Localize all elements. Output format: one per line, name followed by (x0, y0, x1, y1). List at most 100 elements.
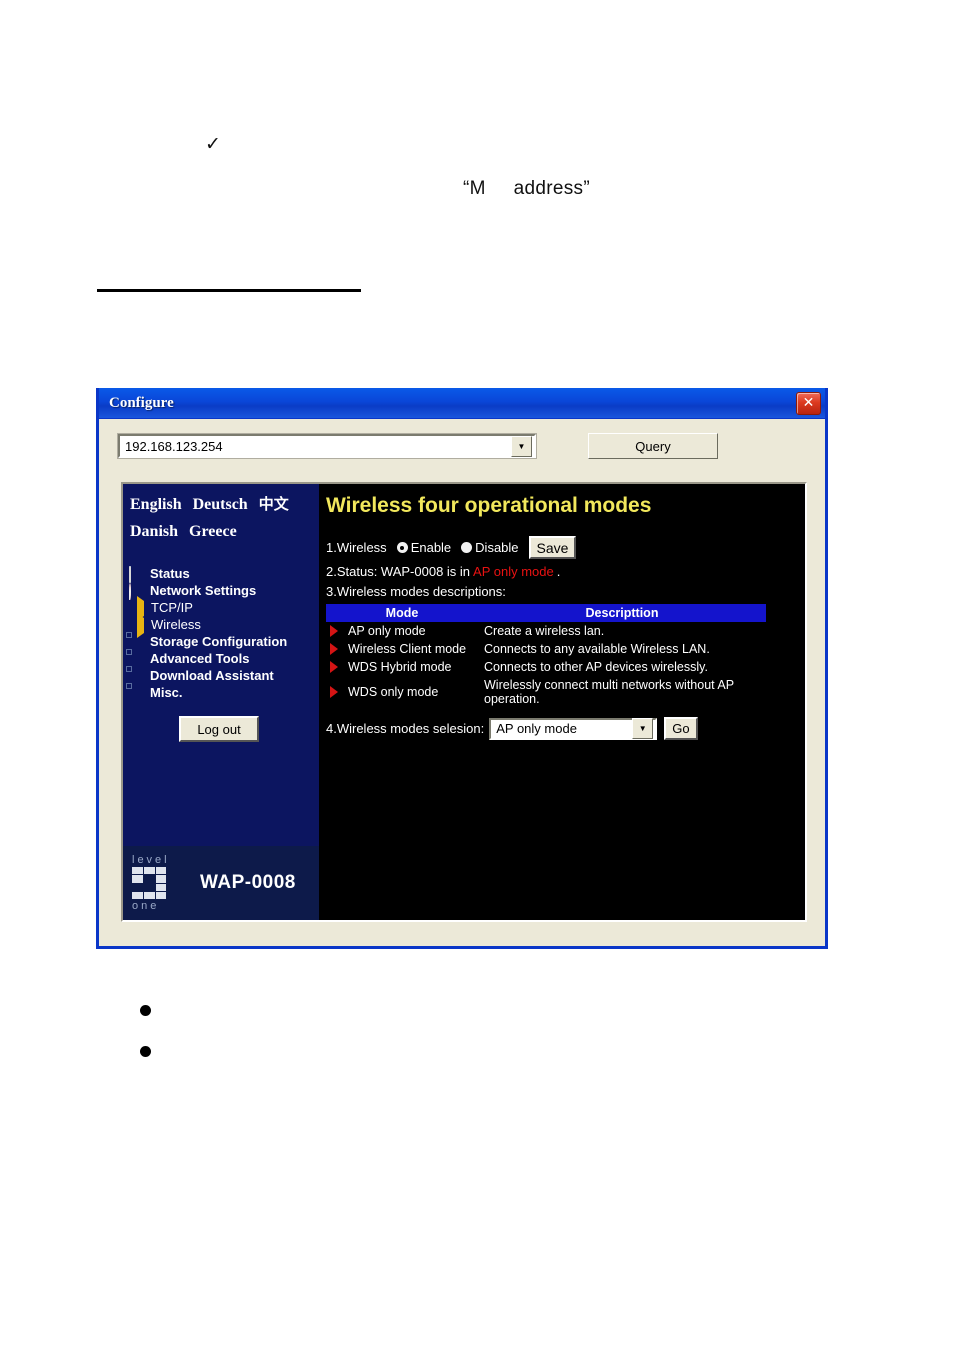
mode-selection-row: 4.Wireless modes selesion: AP only mode … (326, 717, 805, 740)
sidebar-item-label: Wireless (151, 617, 201, 632)
sidebar-item-label: TCP/IP (151, 600, 193, 615)
arrow-icon (330, 643, 338, 655)
list-item (140, 1046, 151, 1057)
cell-description: Connects to any available Wireless LAN. (484, 642, 710, 656)
cell-description: Create a wireless lan. (484, 624, 605, 638)
query-button[interactable]: Query (588, 433, 718, 459)
cell-mode: WDS Hybrid mode (326, 658, 478, 676)
list-item (140, 1005, 151, 1016)
address-combobox[interactable]: 192.168.123.254 ▼ (117, 433, 537, 459)
sidebar-item-wireless[interactable]: Wireless (123, 612, 319, 638)
window-title: Configure (109, 394, 174, 411)
sidebar-item-download-assistant[interactable]: Download Assistant (123, 667, 319, 684)
gear-icon (129, 669, 144, 683)
sidebar-item-label: Storage Configuration (150, 634, 288, 649)
arrow-icon (330, 625, 338, 637)
cell-mode: AP only mode (326, 622, 478, 640)
sidebar: English Deutsch 中文 Danish Greece Status … (123, 484, 319, 920)
status-suffix: . (556, 564, 561, 579)
column-header-description: Descripttion (478, 604, 766, 622)
cell-mode-label: WDS only mode (348, 685, 439, 699)
address-value: 192.168.123.254 (125, 438, 223, 454)
check-mark: ✓ (205, 133, 221, 155)
sidebar-item-label: Misc. (150, 685, 183, 700)
sidebar-item-misc[interactable]: Misc. (123, 684, 319, 701)
sidebar-item-tcpip[interactable]: TCP/IP (123, 595, 319, 621)
table-row[interactable]: Wireless Client mode Connects to any ava… (326, 640, 766, 658)
brand-footer: level one WAP-0008 (123, 846, 319, 920)
sidebar-item-status[interactable]: Status (123, 565, 319, 583)
page-title: Wireless four operational modes (326, 494, 652, 517)
sidebar-item-storage-configuration[interactable]: Storage Configuration (123, 633, 319, 650)
lang-danish[interactable]: Danish (130, 523, 178, 540)
sidebar-item-label: Network Settings (150, 583, 257, 598)
horizontal-rule (97, 289, 361, 292)
chevron-down-icon[interactable]: ▼ (632, 718, 654, 739)
table-header-row: Mode Descripttion (326, 604, 766, 622)
table-row[interactable]: WDS Hybrid mode Connects to other AP dev… (326, 658, 766, 676)
language-row-1: English Deutsch 中文 (123, 493, 319, 514)
configure-window: Configure ✕ 192.168.123.254 ▼ Query Engl… (96, 388, 828, 949)
lang-english[interactable]: English (130, 496, 182, 513)
table-row[interactable]: AP only mode Create a wireless lan. (326, 622, 766, 640)
logo-word-top: level (132, 854, 170, 866)
embedded-page: English Deutsch 中文 Danish Greece Status … (121, 482, 807, 922)
mode-select[interactable]: AP only mode ▼ (489, 717, 658, 740)
cell-description: Wirelessly connect multi networks withou… (484, 678, 734, 706)
status-row: 2.Status: WAP-0008 is in AP only mode . (326, 564, 805, 579)
lang-chinese[interactable]: 中文 (259, 495, 289, 513)
radio-enable-label: Enable (410, 540, 452, 555)
arrow-icon (134, 612, 149, 638)
gear-icon (129, 686, 144, 700)
save-button[interactable]: Save (528, 536, 577, 559)
radio-disable-label: Disable (475, 540, 519, 555)
sidebar-item-label: Advanced Tools (150, 651, 250, 666)
quoted-text: “M address” (463, 178, 590, 199)
arrow-icon (330, 661, 338, 673)
descriptions-text: 3.Wireless modes descriptions: (326, 584, 506, 599)
levelone-logo: level one (132, 854, 184, 912)
cell-mode-label: Wireless Client mode (348, 642, 467, 656)
wireless-label: 1.Wireless (326, 540, 387, 555)
device-model: WAP-0008 (200, 872, 296, 893)
sidebar-item-advanced-tools[interactable]: Advanced Tools (123, 650, 319, 667)
table-row[interactable]: WDS only mode Wirelessly connect multi n… (326, 676, 766, 708)
logo-word-bottom: one (132, 900, 160, 912)
go-button[interactable]: Go (664, 717, 698, 740)
column-header-mode: Mode (326, 604, 478, 622)
language-row-2: Danish Greece (123, 523, 319, 541)
lang-greece[interactable]: Greece (189, 523, 237, 540)
sidebar-item-network-settings[interactable]: Network Settings (123, 582, 319, 600)
bullet-list (140, 1005, 151, 1087)
mode-select-value: AP only mode (496, 721, 577, 736)
monitor-icon (129, 565, 144, 583)
lang-deutsch[interactable]: Deutsch (193, 496, 248, 513)
sidebar-item-label: Status (150, 566, 190, 581)
cell-mode: WDS only mode (326, 676, 478, 708)
radio-enable[interactable] (396, 542, 408, 553)
close-icon[interactable]: ✕ (796, 391, 821, 415)
logout-container: Log out (123, 716, 319, 742)
modes-table: Mode Descripttion AP only mode Create a … (326, 604, 766, 708)
cell-mode: Wireless Client mode (326, 640, 478, 658)
gear-icon (129, 652, 144, 666)
logo-mark (132, 867, 178, 899)
cell-description: Connects to other AP devices wirelessly. (484, 660, 708, 674)
gear-icon (129, 635, 144, 649)
cell-mode-label: AP only mode (348, 624, 426, 638)
descriptions-label: 3.Wireless modes descriptions: (326, 584, 805, 599)
logout-button[interactable]: Log out (179, 716, 259, 742)
cell-mode-label: WDS Hybrid mode (348, 660, 452, 674)
sidebar-item-label: Download Assistant (150, 668, 274, 683)
window-titlebar: Configure ✕ (99, 388, 825, 419)
sidebar-nav: Status Network Settings TCP/IP Wireless … (123, 565, 319, 701)
status-prefix: 2.Status: WAP-0008 is in (326, 564, 471, 579)
main-content: Wireless four operational modes 1.Wirele… (319, 484, 805, 920)
selection-label: 4.Wireless modes selesion: (326, 721, 485, 736)
radio-disable[interactable] (461, 542, 473, 553)
wireless-toggle-row: 1.Wireless Enable Disable Save (326, 536, 805, 559)
arrow-icon (330, 686, 338, 698)
chevron-down-icon[interactable]: ▼ (511, 435, 532, 457)
toolbar: 192.168.123.254 ▼ Query (99, 419, 825, 459)
status-mode: AP only mode (473, 564, 554, 579)
